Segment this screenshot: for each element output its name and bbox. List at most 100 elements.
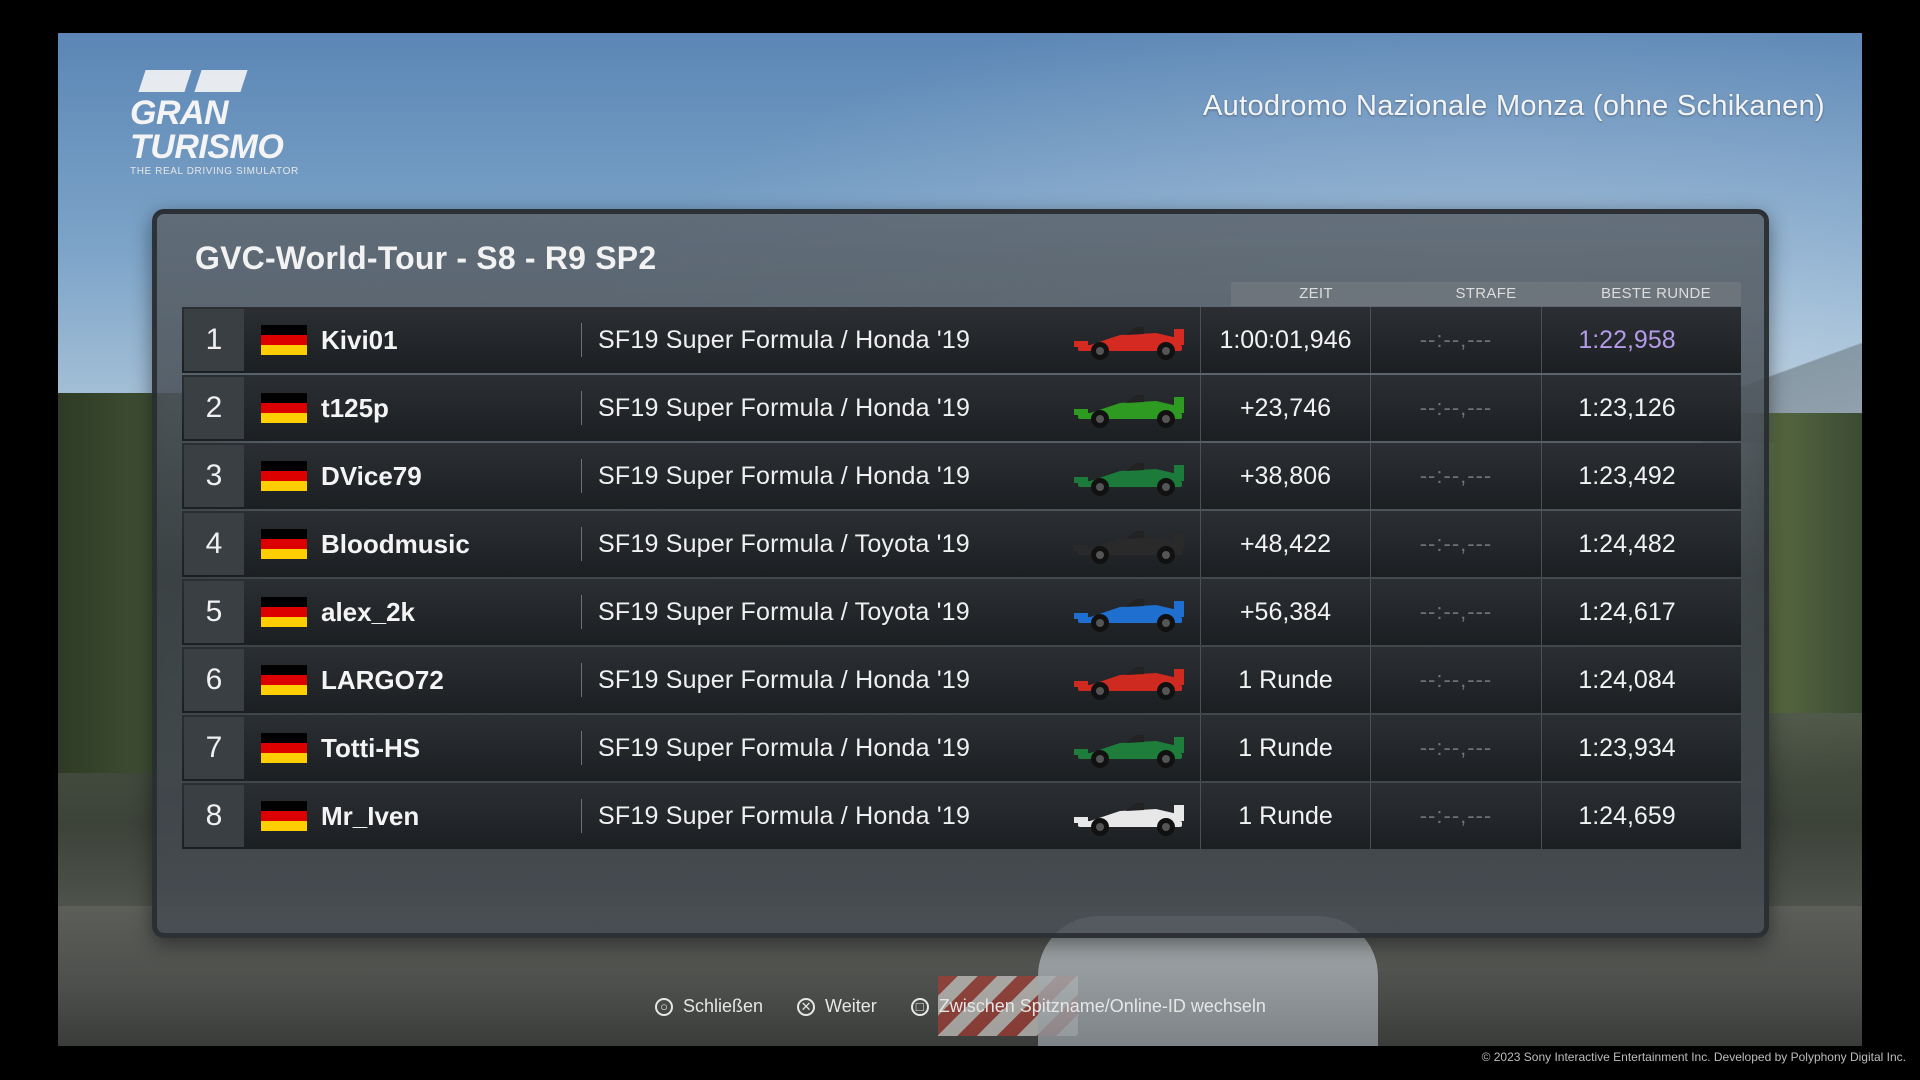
row-divider xyxy=(581,527,582,561)
position-badge: 5 xyxy=(184,581,244,643)
germany-flag-icon xyxy=(261,393,307,423)
penalty-time: --:--,--- xyxy=(1370,647,1541,713)
button-prompt-label: Weiter xyxy=(825,996,877,1016)
race-time: +23,746 xyxy=(1200,375,1370,441)
best-lap-time: 1:23,126 xyxy=(1541,375,1712,441)
result-row[interactable]: 4 Bloodmusic SF19 Super Formula / Toyota… xyxy=(182,511,1741,577)
penalty-time: --:--,--- xyxy=(1370,511,1541,577)
column-header-time: ZEIT xyxy=(1299,285,1333,302)
best-lap-time: 1:23,934 xyxy=(1541,715,1712,781)
race-time: 1 Runde xyxy=(1200,647,1370,713)
button-prompt-label: Zwischen Spitzname/Online-ID wechseln xyxy=(938,996,1266,1016)
event-title: GVC-World-Tour - S8 - R9 SP2 xyxy=(195,240,657,276)
driver-name[interactable]: Mr_Iven xyxy=(321,801,581,832)
car-name: SF19 Super Formula / Toyota '19 xyxy=(598,597,970,626)
car-name: SF19 Super Formula / Honda '19 xyxy=(598,733,971,762)
car-name: SF19 Super Formula / Toyota '19 xyxy=(598,529,970,558)
penalty-time: --:--,--- xyxy=(1370,443,1541,509)
logo-bars-icon xyxy=(138,70,370,92)
position-badge: 1 xyxy=(184,309,244,371)
race-car-icon xyxy=(1074,735,1184,768)
button-prompt[interactable]: ✕ Weiter xyxy=(797,996,877,1017)
race-car-icon xyxy=(1074,667,1184,700)
penalty-time: --:--,--- xyxy=(1370,783,1541,849)
row-divider xyxy=(581,323,582,357)
row-divider xyxy=(581,459,582,493)
row-divider xyxy=(581,595,582,629)
result-row[interactable]: 1 Kivi01 SF19 Super Formula / Honda '19 … xyxy=(182,307,1741,373)
result-row[interactable]: 6 LARGO72 SF19 Super Formula / Honda '19… xyxy=(182,647,1741,713)
car-name: SF19 Super Formula / Honda '19 xyxy=(598,461,971,490)
position-badge: 3 xyxy=(184,445,244,507)
row-divider xyxy=(581,391,582,425)
column-header-penalty: STRAFE xyxy=(1455,285,1517,302)
driver-name[interactable]: DVice79 xyxy=(321,461,581,492)
race-car-icon xyxy=(1074,463,1184,496)
germany-flag-icon xyxy=(261,529,307,559)
race-time: +56,384 xyxy=(1200,579,1370,645)
germany-flag-icon xyxy=(261,325,307,355)
best-lap-time: 1:24,482 xyxy=(1541,511,1712,577)
button-prompt[interactable]: ○ Schließen xyxy=(655,996,763,1017)
track-name: Autodromo Nazionale Monza (ohne Schikane… xyxy=(1203,90,1825,122)
button-prompt[interactable]: □ Zwischen Spitzname/Online-ID wechseln xyxy=(910,996,1266,1017)
result-row[interactable]: 7 Totti-HS SF19 Super Formula / Honda '1… xyxy=(182,715,1741,781)
car-name: SF19 Super Formula / Honda '19 xyxy=(598,665,971,694)
column-header-best-lap: BESTE RUNDE xyxy=(1601,285,1711,302)
position-badge: 7 xyxy=(184,717,244,779)
race-car-icon xyxy=(1074,803,1184,836)
germany-flag-icon xyxy=(261,801,307,831)
germany-flag-icon xyxy=(261,461,307,491)
best-lap-time: 1:24,617 xyxy=(1541,579,1712,645)
position-badge: 4 xyxy=(184,513,244,575)
germany-flag-icon xyxy=(261,733,307,763)
driver-name[interactable]: t125p xyxy=(321,393,581,424)
penalty-time: --:--,--- xyxy=(1370,715,1541,781)
car-name: SF19 Super Formula / Honda '19 xyxy=(598,801,971,830)
race-car-icon xyxy=(1074,531,1184,564)
germany-flag-icon xyxy=(261,597,307,627)
results-table: 1 Kivi01 SF19 Super Formula / Honda '19 … xyxy=(182,307,1741,851)
race-time: +48,422 xyxy=(1200,511,1370,577)
driver-name[interactable]: Kivi01 xyxy=(321,325,581,356)
results-panel: GVC-World-Tour - S8 - R9 SP2 ZEIT STRAFE… xyxy=(152,209,1769,938)
row-divider xyxy=(581,731,582,765)
race-car-icon xyxy=(1074,599,1184,632)
circle-button-icon: ○ xyxy=(655,997,673,1016)
position-badge: 2 xyxy=(184,377,244,439)
position-badge: 6 xyxy=(184,649,244,711)
car-name: SF19 Super Formula / Honda '19 xyxy=(598,325,971,354)
square-button-icon: □ xyxy=(910,997,929,1016)
cross-button-icon: ✕ xyxy=(797,997,816,1016)
driver-name[interactable]: LARGO72 xyxy=(321,665,581,696)
race-time: 1 Runde xyxy=(1200,715,1370,781)
results-column-headers: ZEIT STRAFE BESTE RUNDE xyxy=(1231,282,1741,306)
germany-flag-icon xyxy=(261,665,307,695)
result-row[interactable]: 5 alex_2k SF19 Super Formula / Toyota '1… xyxy=(182,579,1741,645)
penalty-time: --:--,--- xyxy=(1370,307,1541,373)
best-lap-time: 1:24,084 xyxy=(1541,647,1712,713)
best-lap-time: 1:23,492 xyxy=(1541,443,1712,509)
race-car-icon xyxy=(1074,327,1184,360)
race-time: 1:00:01,946 xyxy=(1200,307,1370,373)
logo-subtitle: THE REAL DRIVING SIMULATOR xyxy=(130,166,299,177)
race-time: +38,806 xyxy=(1200,443,1370,509)
driver-name[interactable]: Bloodmusic xyxy=(321,529,581,560)
button-prompts: ○ Schließen ✕ Weiter □ Zwischen Spitzname/… xyxy=(655,996,1290,1017)
position-badge: 8 xyxy=(184,785,244,847)
result-row[interactable]: 3 DVice79 SF19 Super Formula / Honda '19… xyxy=(182,443,1741,509)
result-row[interactable]: 2 t125p SF19 Super Formula / Honda '19 +… xyxy=(182,375,1741,441)
copyright-notice: © 2023 Sony Interactive Entertainment In… xyxy=(1481,1050,1906,1064)
result-row[interactable]: 8 Mr_Iven SF19 Super Formula / Honda '19… xyxy=(182,783,1741,849)
row-divider xyxy=(581,663,582,697)
penalty-time: --:--,--- xyxy=(1370,579,1541,645)
row-divider xyxy=(581,799,582,833)
driver-name[interactable]: Totti-HS xyxy=(321,733,581,764)
race-car-icon xyxy=(1074,395,1184,428)
driver-name[interactable]: alex_2k xyxy=(321,597,581,628)
button-prompt-label: Schließen xyxy=(683,996,764,1016)
gran-turismo-logo: GRAN TURISMO THE REAL DRIVING SIMULATOR xyxy=(130,70,370,177)
best-lap-time: 1:22,958 xyxy=(1541,307,1712,373)
car-name: SF19 Super Formula / Honda '19 xyxy=(598,393,971,422)
race-time: 1 Runde xyxy=(1200,783,1370,849)
